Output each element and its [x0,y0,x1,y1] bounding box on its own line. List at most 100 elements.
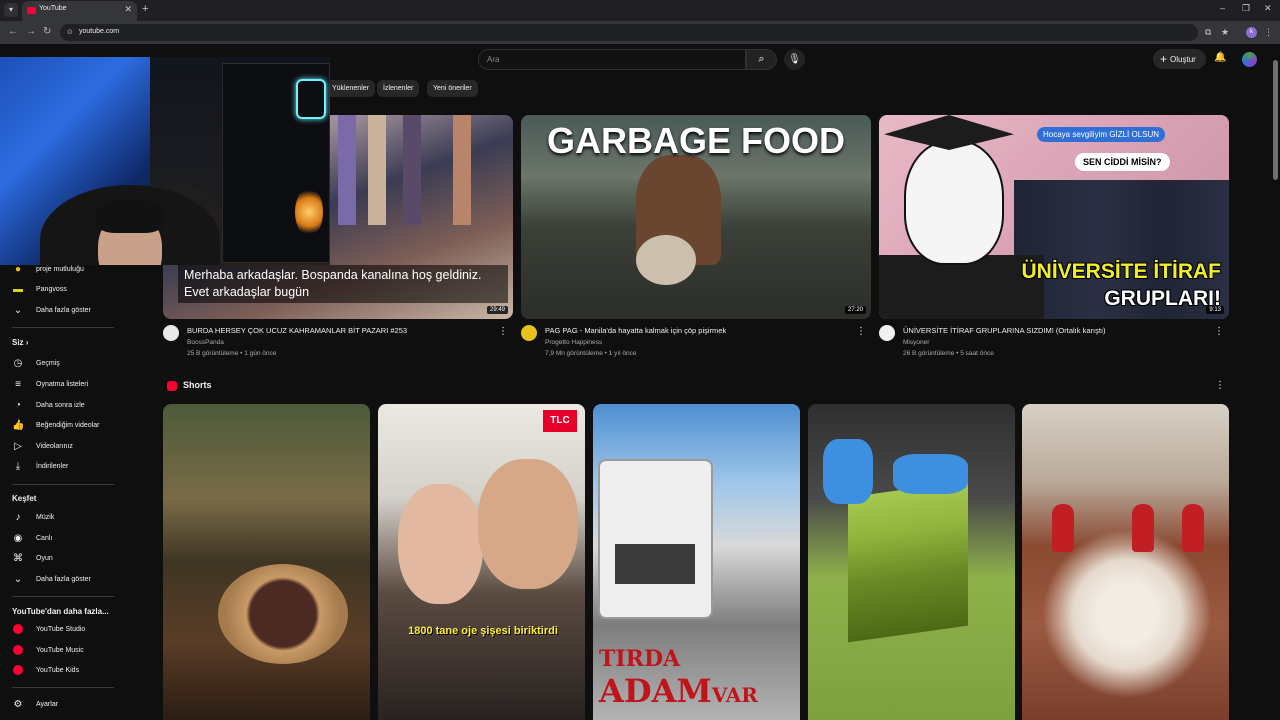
tab-search-button[interactable]: ▾ [4,3,18,17]
video-title[interactable]: PAG PAG - Manila'da hayatta kalmak için … [545,326,726,335]
voice-search-button[interactable]: 🎙 [784,49,805,70]
sidebar-item-label: Ayarlar [36,701,59,708]
video-title[interactable]: BURDA HERSEY ÇOK UCUZ KAHRAMANLAR BİT PA… [187,326,407,335]
short-headline-line-2: ADAMVAR [599,672,758,710]
tab-close-icon[interactable]: ✕ [124,4,132,15]
video-duration: 9:13 [1206,306,1224,314]
more-options-icon[interactable]: ⋮ [1215,380,1225,391]
webcam-decor [296,79,326,119]
short-caption: 1800 tane oje şişesi biriktirdi [408,625,558,637]
new-tab-button[interactable]: + [142,3,148,15]
browser-menu-icon[interactable]: ⋮ [1264,27,1273,38]
browser-tabbar: ▾ YouTube ✕ + – ❐ ✕ [0,0,1280,21]
thumbnail-decor [904,140,1004,265]
sidebar-item-label: Geçmiş [36,360,60,367]
thumbnail-decor [615,544,695,584]
channel-avatar[interactable] [521,325,537,341]
video-title[interactable]: ÜNİVERSİTE İTİRAF GRUPLARINA SIZDIM! (Or… [903,326,1106,335]
thumbnail-decor [636,235,696,285]
video-duration: 29:49 [486,306,508,314]
thumbs-up-icon: 👍 [12,420,25,431]
shorts-icon [167,381,177,391]
sidebar-item-label: Videolarınız [36,443,73,450]
reload-icon[interactable]: ↻ [43,26,51,37]
music-icon: ♪ [15,512,21,523]
maximize-icon[interactable]: ❐ [1242,3,1250,14]
channel-avatar-icon: ▬ [13,284,23,295]
search-input[interactable]: Ara [478,49,746,70]
short-thumbnail[interactable]: TLC 1800 tane oje şişesi biriktirdi [378,404,585,720]
search-button[interactable]: ⌕ [746,49,777,70]
browser-tab[interactable]: YouTube ✕ [22,1,137,21]
channel-avatar[interactable] [879,325,895,341]
page-scrollbar[interactable] [1273,60,1278,180]
browser-profile-avatar[interactable]: k [1246,27,1257,38]
sidebar-item-label: YouTube Kids [36,667,80,674]
sidebar: ● proje mutluluğu ▬ Pangvoss ⌄ Daha fazl… [0,258,140,720]
thumbnail-decor [218,564,348,664]
thumbnail-headline: GARBAGE FOOD [546,120,845,161]
divider [12,484,114,485]
thumbnail-decor [1182,504,1204,552]
short-thumbnail[interactable]: TIRDA ADAMVAR [593,404,800,720]
plus-icon: + [1160,52,1168,66]
thumbnail-decor [1042,529,1212,699]
sidebar-item-label: Daha sonra izle [36,402,85,409]
sidebar-item-label: Oynatma listeleri [36,381,89,388]
tlc-logo: TLC [543,410,577,432]
site-info-icon[interactable]: ⊙ [67,28,73,36]
video-thumbnail[interactable]: GARBAGE FOOD 27:20 [521,115,871,319]
youtube-music-icon [12,645,24,658]
window-close-icon[interactable]: ✕ [1264,3,1272,14]
chevron-down-icon: ⌄ [13,574,23,585]
minimize-icon[interactable]: – [1220,3,1225,13]
channel-avatar[interactable] [163,325,179,341]
thumbnail-decor [848,480,968,643]
chip-new-recommendations[interactable]: Yeni öneriler [427,80,478,97]
url-field[interactable]: ⊙ youtube.com [60,24,1198,41]
more-options-icon[interactable]: ⋮ [498,326,508,337]
forward-icon[interactable]: → [26,26,36,37]
short-thumbnail[interactable] [1022,404,1229,720]
address-bar-row: ← → ↻ ⊙ youtube.com ⧉ ★ ⋮ [0,21,1280,44]
channel-name[interactable]: BoossPanda [187,339,224,346]
youtube-favicon-icon [27,7,36,14]
search-icon: ⌕ [758,53,765,65]
webcam-overlay [0,57,330,265]
notifications-bell-icon[interactable]: 🔔 [1214,52,1226,63]
thumbnail-decor [1132,504,1154,552]
sidebar-item-label: Daha fazla göster [36,307,91,314]
install-app-icon[interactable]: ⧉ [1205,27,1211,38]
video-duration: 27:20 [844,306,866,314]
create-button[interactable]: + Oluştur [1153,49,1206,69]
headline-small-word: VAR [711,683,758,707]
sidebar-item-label: YouTube Studio [36,626,86,633]
channel-name[interactable]: Progetto Happiness [545,339,602,346]
bookmark-star-icon[interactable]: ★ [1221,27,1229,38]
video-thumbnail[interactable]: Hocaya sevgiliyim GİZLİ OLSUN SEN CİDDİ … [879,115,1229,319]
thumbnail-decor [478,459,578,589]
chip-watched[interactable]: İzlenenler [377,80,420,97]
sidebar-item-label: proje mutluluğu [36,266,84,273]
section-heading-more-from-youtube: YouTube'dan daha fazla... [12,607,109,616]
channel-name[interactable]: Misyoner [903,339,929,346]
short-thumbnail[interactable] [808,404,1015,720]
section-heading-you[interactable]: Siz › [12,338,28,347]
search-placeholder: Ara [487,55,500,64]
short-thumbnail[interactable] [163,404,370,720]
divider [12,327,114,328]
back-icon[interactable]: ← [8,26,18,37]
headline-line-1: ÜNİVERSİTE İTİRAF [1021,260,1221,283]
thumbnail-decor [368,115,386,225]
chip-uploads[interactable]: Yüklenenler [326,80,375,97]
headline-word: ADAM [599,672,712,710]
more-options-icon[interactable]: ⋮ [1214,326,1224,337]
account-avatar[interactable] [1242,52,1257,67]
video-meta: 25 B görüntüleme • 1 gün önce [187,350,277,357]
section-heading-explore: Keşfet [12,494,37,503]
video-meta: 7,9 Mn görüntüleme • 1 yıl önce [545,350,637,357]
sidebar-item-label: İndirilenler [36,463,69,470]
more-options-icon[interactable]: ⋮ [856,326,866,337]
thumbnail-decor [1052,504,1074,552]
video-icon: ▷ [14,441,22,452]
